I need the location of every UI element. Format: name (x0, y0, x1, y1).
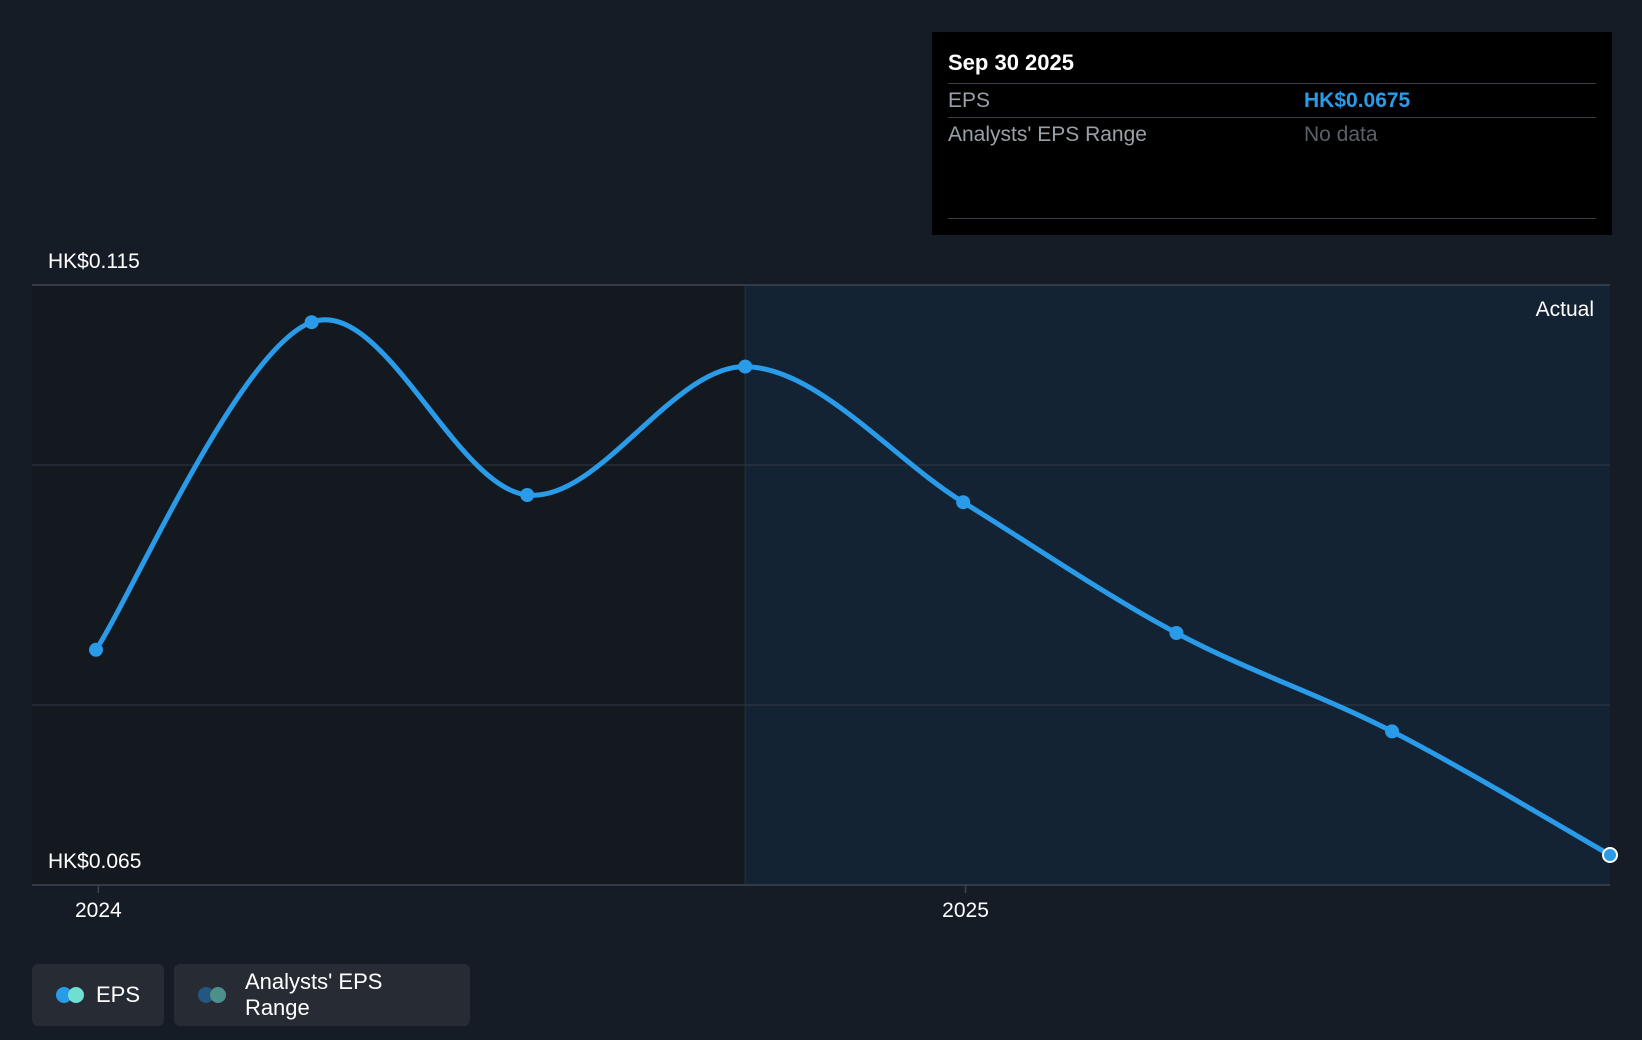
actual-region (745, 285, 1610, 885)
tooltip: Sep 30 2025 EPS HK$0.0675 Analysts' EPS … (932, 32, 1612, 235)
tooltip-eps-label: EPS (948, 89, 991, 112)
tooltip-eps-row: EPS HK$0.0675 (948, 83, 1596, 117)
legend-eps-label: EPS (95, 982, 140, 1007)
x-tick-label: 2024 (75, 899, 122, 922)
y-axis-min-label: HK$0.065 (48, 850, 141, 873)
y-axis-max-label: HK$0.115 (48, 250, 140, 273)
past-region (32, 285, 746, 885)
eps-point[interactable] (956, 495, 971, 510)
actual-label: Actual (1536, 298, 1594, 321)
tooltip-date: Sep 30 2025 (948, 50, 1074, 75)
range-legend-dot-light (210, 987, 226, 1003)
tooltip-eps-value: HK$0.0675 (1304, 89, 1411, 112)
legend-range-button[interactable]: Analysts' EPS Range (174, 964, 470, 1026)
tooltip-divider (948, 218, 1596, 219)
eps-legend-icon (56, 987, 84, 1003)
legend-eps-button[interactable]: EPS (32, 964, 164, 1026)
tooltip-range-label: Analysts' EPS Range (948, 123, 1147, 146)
legend: EPS Analysts' EPS Range (32, 964, 480, 1026)
eps-point[interactable] (738, 359, 753, 374)
eps-point[interactable] (89, 642, 103, 657)
range-legend-icon (198, 987, 227, 1003)
tooltip-range-value: No data (1304, 123, 1378, 146)
eps-point[interactable] (1169, 626, 1184, 640)
x-axis-ticks: 2024 2025 (75, 885, 989, 922)
eps-point[interactable] (304, 315, 319, 330)
x-tick-label: 2025 (942, 899, 989, 922)
eps-point-latest[interactable] (1602, 847, 1618, 863)
eps-legend-dot-light (68, 987, 84, 1003)
legend-range-label: Analysts' EPS Range (244, 969, 383, 1020)
eps-point[interactable] (1385, 724, 1400, 739)
eps-point[interactable] (520, 488, 535, 502)
tooltip-range-row: Analysts' EPS Range No data (948, 117, 1596, 151)
